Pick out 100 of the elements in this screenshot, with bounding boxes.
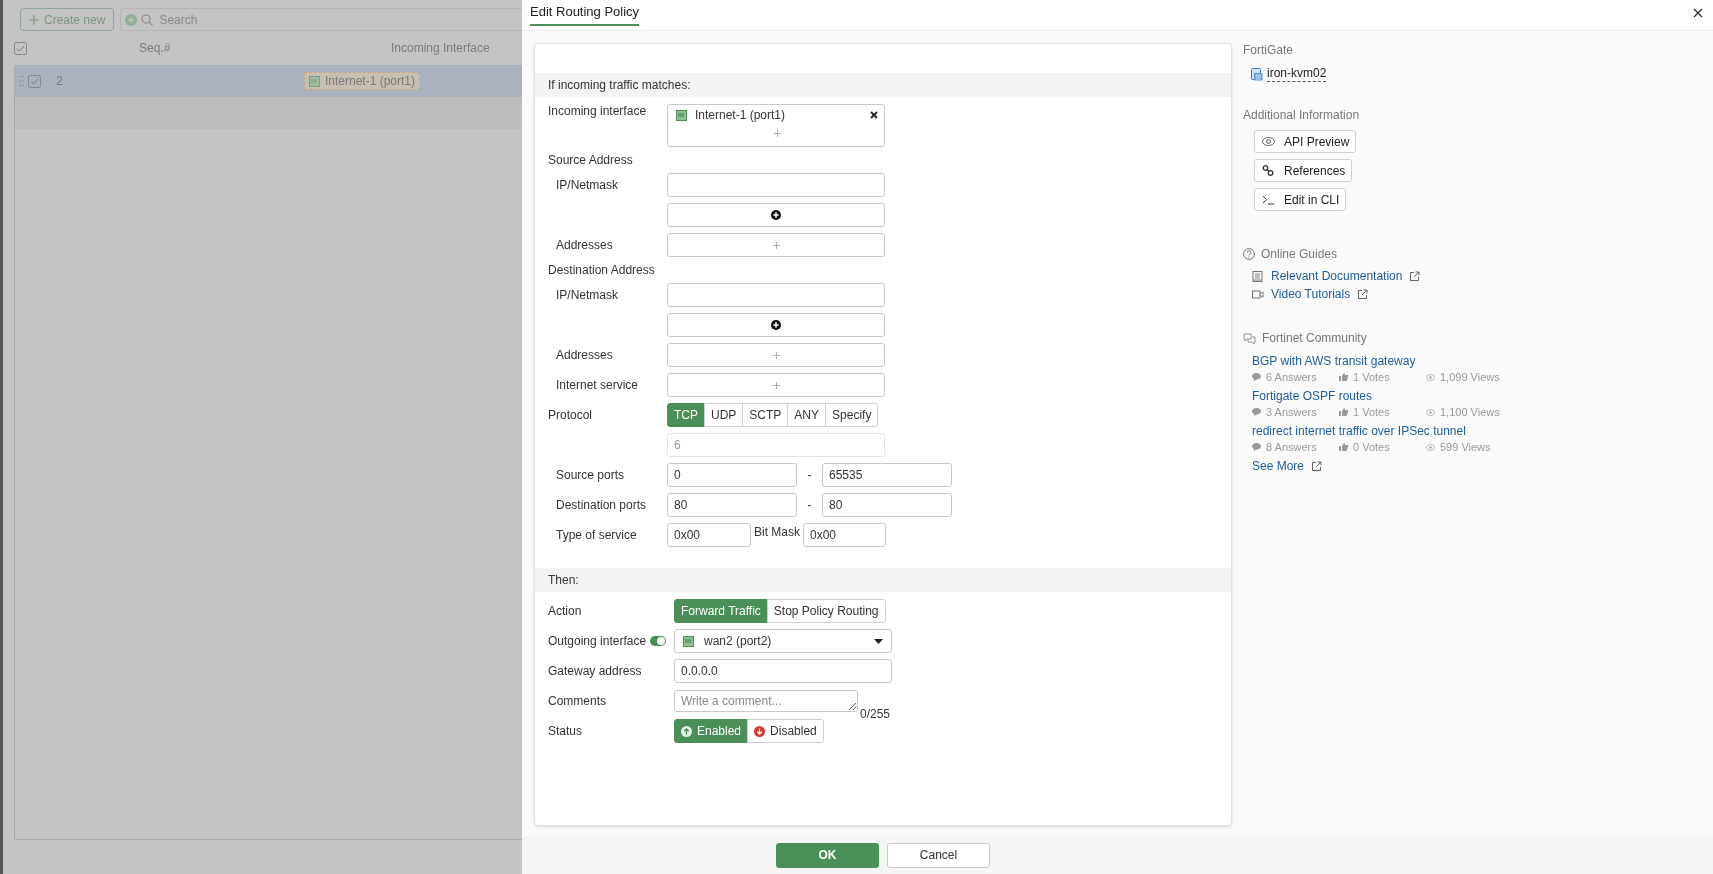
interface-chip: Internet-1 (port1) (304, 72, 421, 90)
option-button[interactable]: Specify (825, 403, 879, 427)
field-label: Destination ports (555, 498, 648, 512)
answer-count: 8 Answers (1266, 441, 1318, 453)
group-heading: Destination Address (548, 263, 655, 277)
thumbs-up-icon (1339, 373, 1348, 381)
option-button[interactable]: UDP (704, 403, 744, 427)
address-picker[interactable] (667, 373, 885, 397)
terminal-icon (1262, 194, 1275, 205)
close-icon[interactable] (1693, 8, 1703, 18)
guide-link[interactable]: Relevant Documentation (1271, 269, 1403, 283)
info-button[interactable]: Edit in CLI (1254, 188, 1347, 211)
field-label: Comments (548, 694, 607, 708)
comment-icon (1252, 443, 1261, 451)
post-link[interactable]: Fortigate OSPF routes (1252, 389, 1500, 403)
link-icon (1262, 165, 1275, 176)
field-label: Outgoing interface (548, 634, 647, 648)
option-button[interactable]: Forward Traffic (674, 599, 768, 623)
section-header: Then: (535, 568, 1231, 592)
field-label: Addresses (555, 238, 614, 252)
plus-icon (772, 381, 780, 389)
book-icon (1252, 270, 1264, 282)
device-icon (1251, 67, 1263, 81)
field-label: Gateway address (548, 664, 643, 678)
info-button[interactable]: API Preview (1254, 130, 1357, 153)
range-separator: - (806, 498, 813, 512)
text-input[interactable] (667, 173, 885, 197)
thumbs-up-icon (1339, 443, 1348, 451)
field-label: Incoming interface (548, 104, 648, 118)
guide-link[interactable]: Video Tutorials (1271, 287, 1351, 301)
range-separator: - (806, 468, 813, 482)
comment-icon (1252, 373, 1261, 381)
add-button[interactable] (667, 203, 885, 227)
plus-circle-icon (771, 210, 781, 220)
ok-button[interactable]: OK (776, 842, 879, 868)
interface-dropdown[interactable]: wan2 (port2) (674, 629, 892, 653)
device-link[interactable]: iron-kvm02 (1267, 66, 1327, 82)
remove-icon[interactable] (870, 111, 878, 119)
port-input[interactable]: 0 (667, 463, 797, 487)
vote-count: 1 Votes (1353, 406, 1391, 418)
arrow-up-circle-icon (681, 725, 692, 737)
eye-icon (1262, 136, 1275, 147)
add-button[interactable] (667, 313, 885, 337)
column-header: Incoming Interface (391, 41, 490, 55)
option-button[interactable]: SCTP (742, 403, 789, 427)
character-counter: 0/255 (860, 707, 891, 721)
external-link-icon[interactable] (1311, 460, 1323, 472)
drag-handle-icon[interactable] (19, 75, 24, 87)
toggle-switch[interactable] (650, 636, 667, 646)
checkmark-icon (16, 43, 25, 53)
port-input[interactable]: 80 (667, 493, 797, 517)
interface-name: Internet-1 (port1) (695, 108, 787, 122)
comment-icon (1252, 408, 1261, 416)
plus-circle-icon (771, 320, 781, 330)
option-button[interactable]: TCP (667, 403, 705, 427)
row-checkbox[interactable] (28, 74, 41, 88)
search-field[interactable]: Search (157, 11, 317, 28)
column-header: Seq.# (139, 41, 171, 55)
add-circle-icon (125, 13, 138, 26)
option-button[interactable]: Enabled (674, 719, 749, 743)
see-more-link[interactable]: See More (1252, 459, 1305, 473)
option-button[interactable]: Disabled (747, 719, 824, 743)
section-heading: Additional Information (1243, 108, 1360, 122)
plus-icon (772, 241, 780, 249)
plus-icon[interactable] (773, 130, 781, 137)
view-count: 1,099 Views (1440, 371, 1500, 383)
comment-field[interactable]: Write a comment... (674, 690, 858, 712)
help-icon (1243, 248, 1255, 260)
port-input[interactable]: 80 (822, 493, 952, 517)
plus-icon (29, 14, 39, 25)
select-all-checkbox[interactable] (14, 41, 27, 55)
field-label: Type of service (555, 528, 638, 542)
port-input[interactable]: 65535 (822, 463, 952, 487)
plus-icon (772, 351, 780, 359)
text-input[interactable] (667, 283, 885, 307)
info-button[interactable]: References (1254, 159, 1353, 182)
field-label: Addresses (555, 348, 614, 362)
chat-icon (1243, 332, 1256, 344)
field-label: Source ports (555, 468, 626, 482)
thumbs-up-icon (1339, 408, 1348, 416)
option-button[interactable]: ANY (787, 403, 827, 427)
section-heading: Fortinet Community (1262, 331, 1367, 345)
post-link[interactable]: redirect internet traffic over IPSec tunnel (1252, 424, 1500, 438)
post-link[interactable]: BGP with AWS transit gateway (1252, 354, 1500, 368)
external-link-icon[interactable] (1409, 270, 1421, 282)
dialog-title: Edit Routing Policy (530, 1, 640, 26)
text-input[interactable]: 0.0.0.0 (674, 659, 892, 683)
address-picker[interactable] (667, 233, 885, 257)
field-label: Action (548, 604, 583, 618)
view-count: 1,100 Views (1440, 406, 1500, 418)
address-picker[interactable] (667, 343, 885, 367)
section-header: If incoming traffic matches: (535, 73, 1231, 97)
text-input[interactable]: 0x00 (803, 523, 886, 547)
cancel-button[interactable]: Cancel (887, 842, 990, 868)
option-button[interactable]: Stop Policy Routing (766, 599, 886, 623)
interface-picker[interactable]: Internet-1 (port1) (667, 104, 885, 147)
text-input[interactable]: 0x00 (667, 523, 751, 547)
field-label: Protocol (548, 408, 594, 422)
dropdown-value: wan2 (port2) (704, 634, 773, 648)
external-link-icon[interactable] (1357, 288, 1369, 300)
